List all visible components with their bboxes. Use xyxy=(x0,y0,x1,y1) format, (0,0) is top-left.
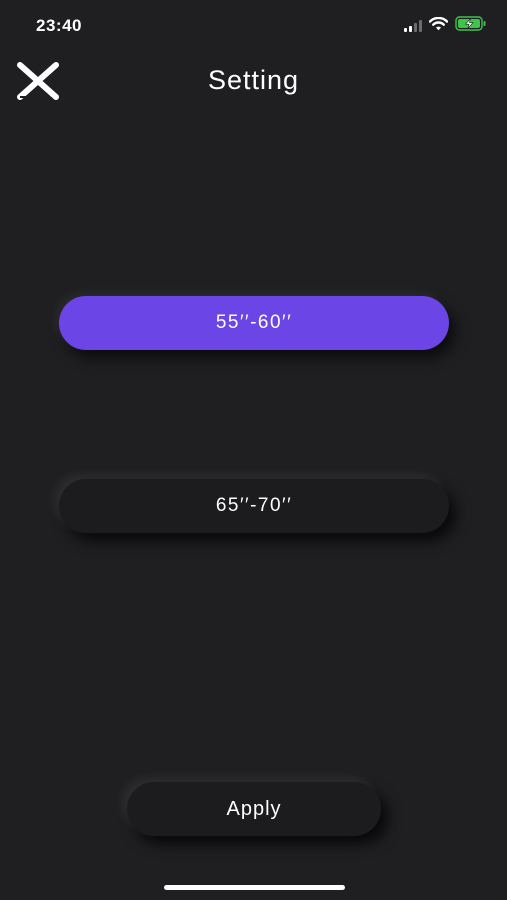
size-option-label: 55′′-60′′ xyxy=(215,312,293,333)
page-title: Setting xyxy=(207,65,300,95)
status-time: 23:40 xyxy=(36,16,82,35)
signal-icon xyxy=(404,20,422,32)
battery-charging-icon xyxy=(455,16,487,36)
home-indicator xyxy=(164,885,345,890)
apply-button-label: Apply xyxy=(226,797,282,820)
status-icons xyxy=(404,16,487,36)
wifi-icon xyxy=(428,16,449,36)
apply-button[interactable]: Apply xyxy=(127,782,381,836)
status-bar: 23:40 xyxy=(0,0,507,50)
size-option-55-60[interactable]: 55′′-60′′ xyxy=(59,296,449,350)
size-option-label: 65′′-70′′ xyxy=(215,495,293,516)
size-option-65-70[interactable]: 65′′-70′′ xyxy=(59,479,449,533)
header: Setting xyxy=(0,55,507,105)
